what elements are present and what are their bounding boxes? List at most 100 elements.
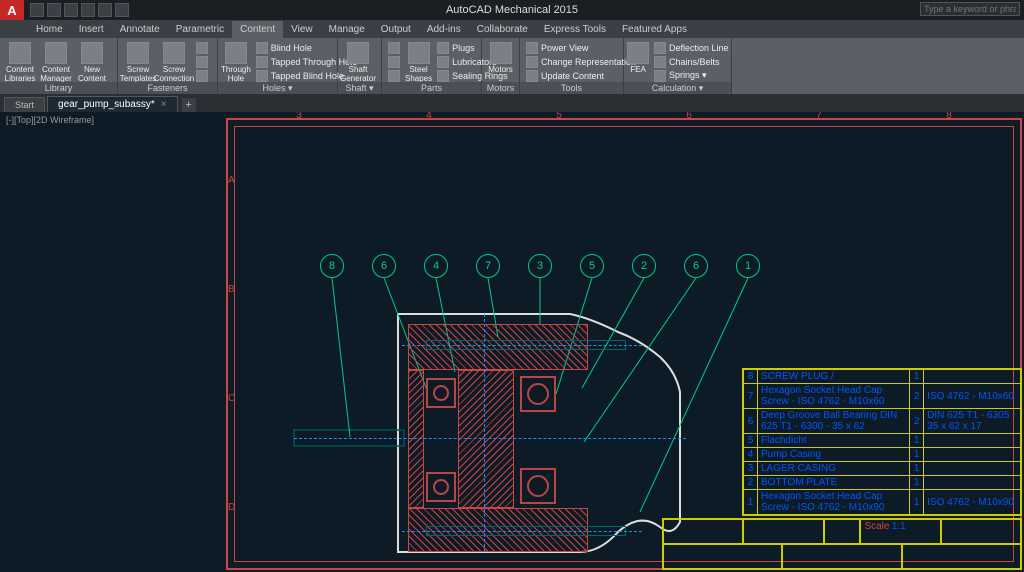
- deflect-icon: [654, 42, 666, 54]
- part-sm-1[interactable]: [385, 41, 403, 54]
- fastener-sm-3[interactable]: [193, 69, 211, 82]
- seal-icon: [437, 70, 449, 82]
- qat-print-icon[interactable]: [115, 3, 129, 17]
- bom-row: 3LAGER CASING1: [744, 462, 1021, 476]
- panel-library: Content Libraries Content Manager New Co…: [0, 38, 118, 94]
- tab-express[interactable]: Express Tools: [536, 21, 614, 38]
- filetab-start[interactable]: Start: [4, 97, 45, 112]
- power-view-button[interactable]: Power View: [523, 41, 639, 54]
- pin-icon: [196, 70, 208, 82]
- tab-collaborate[interactable]: Collaborate: [469, 21, 536, 38]
- tab-content[interactable]: Content: [232, 21, 283, 38]
- fea-icon: [627, 42, 649, 64]
- tab-parametric[interactable]: Parametric: [168, 21, 232, 38]
- update-content-button[interactable]: Update Content: [523, 69, 639, 82]
- panel-shaft: Shaft Generator Shaft ▾: [338, 38, 382, 94]
- bearing-top-left: [426, 378, 456, 408]
- ribbon-tabs: Home Insert Annotate Parametric Content …: [0, 20, 1024, 38]
- bom-row: 5Flachdicht1: [744, 434, 1021, 448]
- balloon-4[interactable]: 4: [424, 254, 448, 278]
- tab-insert[interactable]: Insert: [71, 21, 112, 38]
- file-tabs: Start gear_pump_subassy* × +: [0, 94, 1024, 112]
- balloon-2[interactable]: 2: [632, 254, 656, 278]
- search-input[interactable]: [920, 2, 1020, 16]
- balloon-3[interactable]: 3: [528, 254, 552, 278]
- panel-title-calc[interactable]: Calculation ▾: [624, 82, 731, 94]
- tab-manage[interactable]: Manage: [321, 21, 373, 38]
- panel-title-fasteners: Fasteners: [118, 82, 217, 94]
- title-block: Scale 1:1: [662, 518, 1022, 570]
- manager-icon: [45, 42, 67, 64]
- app-logo[interactable]: A: [0, 0, 24, 20]
- qat-save-icon[interactable]: [64, 3, 78, 17]
- libraries-icon: [9, 42, 31, 64]
- panel-motors: Motors Motors: [482, 38, 520, 94]
- tapped-through-icon: [256, 56, 268, 68]
- panel-holes: Through Hole Blind Hole Tapped Through H…: [218, 38, 338, 94]
- qat-open-icon[interactable]: [47, 3, 61, 17]
- balloon-6[interactable]: 6: [372, 254, 396, 278]
- change-rep-button[interactable]: Change Representation: [523, 55, 639, 68]
- balloon-8[interactable]: 8: [320, 254, 344, 278]
- bearing-part-icon: [388, 56, 400, 68]
- tab-annotate[interactable]: Annotate: [112, 21, 168, 38]
- blind-hole-icon: [256, 42, 268, 54]
- part-sm-2[interactable]: [385, 55, 403, 68]
- tab-output[interactable]: Output: [373, 21, 419, 38]
- close-icon[interactable]: ×: [161, 99, 167, 110]
- screw-conn-icon: [163, 42, 185, 64]
- bearing-bot-left: [426, 472, 456, 502]
- chains-button[interactable]: Chains/Belts: [651, 55, 732, 68]
- chain-icon: [654, 56, 666, 68]
- powerview-icon: [526, 42, 538, 54]
- centerline-v1: [484, 314, 485, 552]
- deflection-button[interactable]: Deflection Line: [651, 41, 732, 54]
- panel-calc: FEA Deflection Line Chains/Belts Springs…: [624, 38, 732, 94]
- quick-access-toolbar: [30, 3, 129, 17]
- part-middle: [458, 370, 514, 508]
- changerep-icon: [526, 56, 538, 68]
- bom-row: 2BOTTOM PLATE1: [744, 476, 1021, 490]
- springs-button[interactable]: Springs ▾: [651, 69, 732, 82]
- titlebar: A AutoCAD Mechanical 2015: [0, 0, 1024, 20]
- qat-redo-icon[interactable]: [98, 3, 112, 17]
- balloon-7[interactable]: 7: [476, 254, 500, 278]
- fastener-sm-1[interactable]: [193, 41, 211, 54]
- panel-title-holes[interactable]: Holes ▾: [218, 82, 337, 94]
- bom-row: 7Hexagon Socket Head Cap Screw - ISO 476…: [744, 384, 1021, 409]
- balloon-5[interactable]: 5: [580, 254, 604, 278]
- drawing-area[interactable]: [-][Top][2D Wireframe] 345 678 ABCD: [0, 112, 1024, 572]
- bom-table: 8SCREW PLUG /17Hexagon Socket Head Cap S…: [742, 368, 1022, 516]
- tab-home[interactable]: Home: [28, 21, 71, 38]
- app-title: AutoCAD Mechanical 2015: [446, 4, 578, 16]
- filetab-drawing[interactable]: gear_pump_subassy* ×: [47, 96, 178, 112]
- tab-view[interactable]: View: [283, 21, 321, 38]
- centerline-h2: [402, 345, 642, 346]
- new-content-icon: [81, 42, 103, 64]
- ribbon: Content Libraries Content Manager New Co…: [0, 38, 1024, 94]
- through-hole-icon: [225, 42, 247, 64]
- canvas[interactable]: 345 678 ABCD: [0, 112, 1024, 572]
- spring-calc-icon: [654, 70, 666, 82]
- filetab-label: gear_pump_subassy*: [58, 99, 155, 110]
- tab-addins[interactable]: Add-ins: [419, 21, 469, 38]
- balloon-6[interactable]: 6: [684, 254, 708, 278]
- spring-part-icon: [388, 42, 400, 54]
- panel-title-library: Library: [0, 82, 117, 94]
- part-sm-3[interactable]: [385, 69, 403, 82]
- bearing-bot-right: [520, 468, 556, 504]
- tapped-blind-icon: [256, 70, 268, 82]
- add-tab-button[interactable]: +: [182, 98, 196, 112]
- panel-tools: Power View Change Representation Update …: [520, 38, 624, 94]
- search-container: [920, 2, 1020, 16]
- qat-new-icon[interactable]: [30, 3, 44, 17]
- centerline-h: [294, 438, 686, 439]
- tab-featured[interactable]: Featured Apps: [614, 21, 695, 38]
- plug-icon: [437, 42, 449, 54]
- fastener-sm-2[interactable]: [193, 55, 211, 68]
- qat-undo-icon[interactable]: [81, 3, 95, 17]
- panel-title-shaft[interactable]: Shaft ▾: [338, 82, 381, 94]
- bom-row: 6Deep Groove Ball Bearing DIN 625 T1 - 6…: [744, 409, 1021, 434]
- balloon-1[interactable]: 1: [736, 254, 760, 278]
- panel-title-parts: Parts: [382, 82, 481, 94]
